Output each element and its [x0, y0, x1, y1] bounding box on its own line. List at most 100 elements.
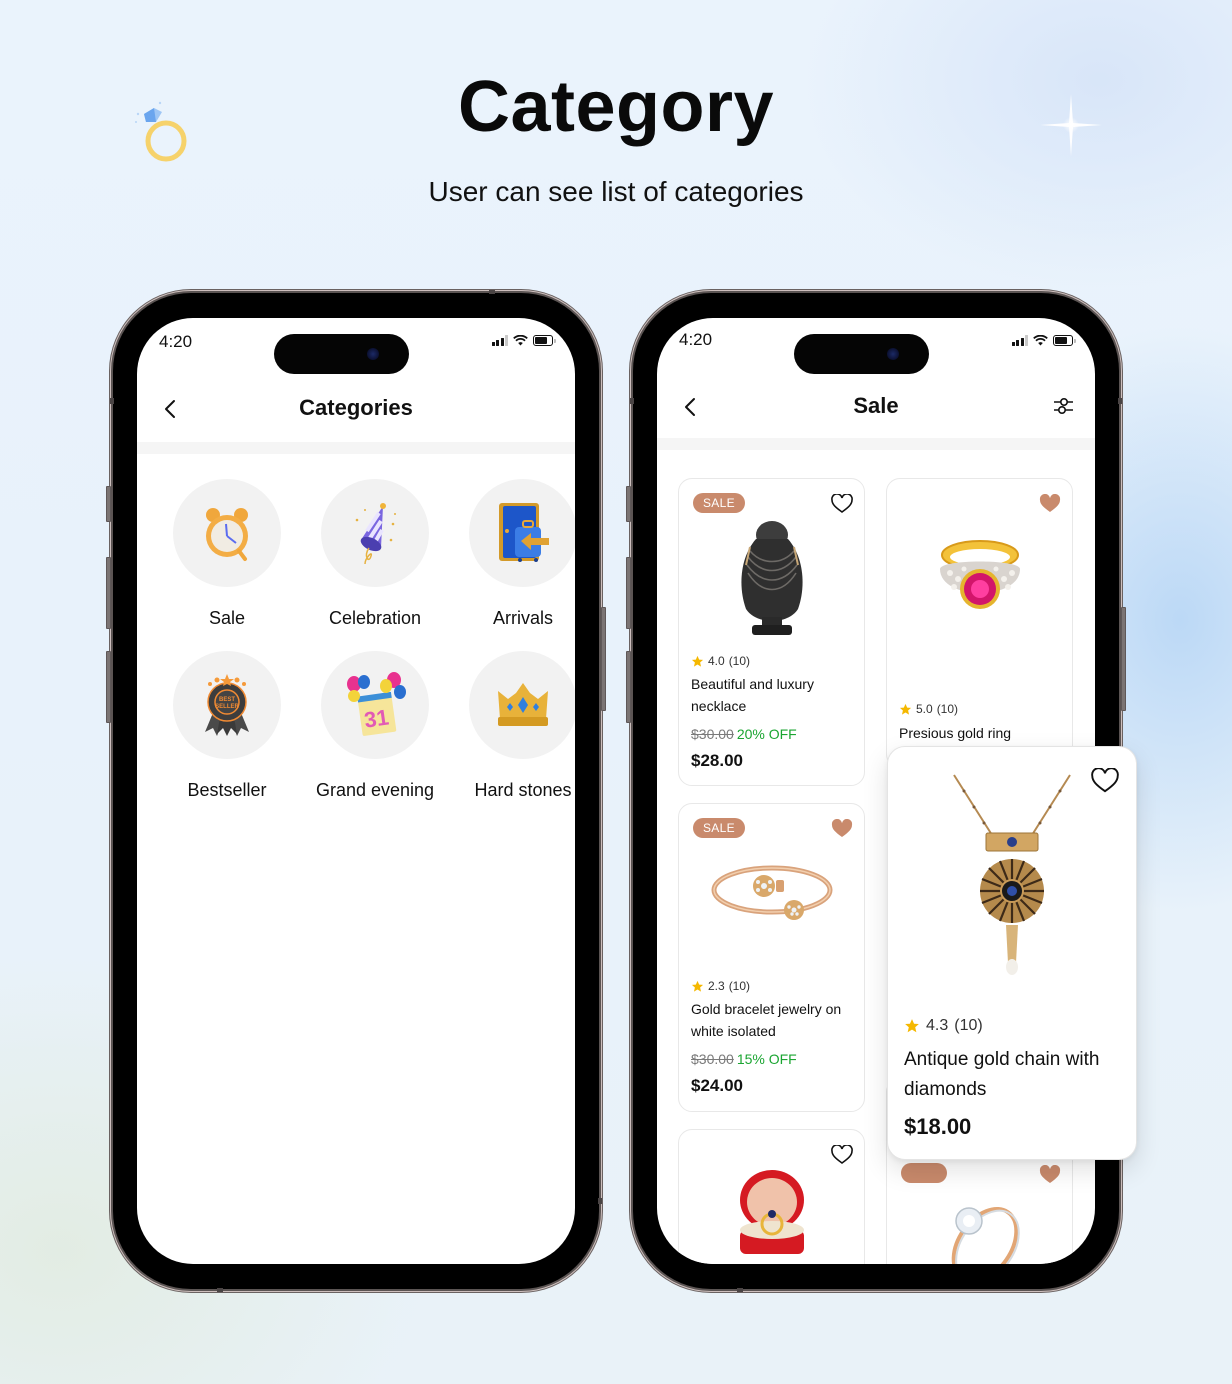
top-nav: Sale: [657, 378, 1095, 438]
product-card[interactable]: [678, 1129, 865, 1264]
featured-product-card[interactable]: 4.3 (10) Antique gold chain with diamond…: [887, 746, 1137, 1160]
category-celebration[interactable]: Celebration: [301, 479, 449, 629]
phone-categories: 4:20 Categories Sale Celebration Arrival…: [106, 290, 606, 1292]
arrival-door-icon: [499, 503, 549, 562]
bestseller-badge-icon: BEST SELLER: [205, 674, 249, 736]
status-time: 4:20: [679, 330, 713, 349]
screen-title: Sale: [853, 393, 899, 418]
categories-screen: 4:20 Categories Sale Celebration Arrival…: [137, 318, 575, 1264]
sliders-icon[interactable]: [1051, 392, 1077, 420]
product-price: $24.00: [691, 1076, 743, 1095]
battery-icon: [533, 335, 556, 346]
rating: 2.3 (10): [691, 979, 750, 993]
heart-filled-icon[interactable]: [831, 819, 853, 839]
original-price: $30.00: [691, 726, 734, 742]
volume-up-button: [626, 557, 631, 629]
action-button: [106, 486, 111, 522]
rating: 5.0 (10): [899, 702, 958, 716]
rating: 4.0 (10): [691, 654, 750, 668]
svg-text:BEST: BEST: [219, 697, 235, 703]
screen-title: Categories: [299, 395, 413, 420]
svg-text:SELLER: SELLER: [215, 704, 239, 710]
status-bar-icons: [1011, 335, 1076, 346]
category-icon-container: BEST SELLER: [173, 651, 281, 759]
star-icon: [691, 980, 704, 992]
volume-down-button: [626, 651, 631, 723]
category-icon-container: [321, 479, 429, 587]
signal-icon: [1011, 335, 1028, 346]
category-sale[interactable]: Sale: [153, 479, 301, 629]
review-count: (10): [954, 1017, 983, 1034]
star-icon: [691, 655, 704, 667]
category-label: Bestseller: [187, 780, 267, 800]
product-name: Antique gold chain with diamonds: [904, 1049, 1100, 1100]
heart-outline-icon[interactable]: [831, 1145, 853, 1165]
product-card[interactable]: SALE 2.3 (10) Gold bracelet jewelry on w…: [678, 803, 865, 1112]
rating-value: 4.0: [708, 654, 725, 668]
party-hat-icon: [355, 503, 396, 565]
action-button: [626, 486, 631, 522]
product-name: Gold bracelet jewelry on white isolated: [691, 1001, 842, 1039]
category-label: Celebration: [328, 608, 422, 628]
category-grand-evening[interactable]: 31 Grand evening: [301, 651, 449, 801]
page-title: Category: [457, 67, 775, 147]
star-icon: [899, 703, 912, 715]
sale-badge: SALE: [693, 818, 745, 838]
heart-filled-icon[interactable]: [1039, 1165, 1061, 1185]
alarm-clock-icon: [206, 508, 248, 561]
rating-value: 4.3: [926, 1017, 949, 1034]
power-button: [601, 607, 606, 711]
dynamic-island: [274, 334, 409, 374]
volume-up-button: [106, 557, 111, 629]
product-price: $18.00: [904, 1114, 972, 1139]
category-bestseller[interactable]: BEST SELLER Bestseller: [153, 651, 301, 801]
rating-value: 2.3: [708, 979, 725, 993]
diamond-ring-image: [887, 1195, 1072, 1264]
gold-bracelet-image: [679, 856, 864, 932]
pricing: $30.00 15% OFF: [691, 1051, 797, 1067]
category-label: Hard stones: [474, 780, 572, 800]
category-arrivals[interactable]: Arrivals: [449, 479, 575, 629]
discount-label: 15% OFF: [736, 1051, 797, 1067]
category-hard-stones[interactable]: Hard stones: [449, 651, 575, 801]
divider: [657, 438, 1095, 450]
product-name: Presious gold ring: [899, 725, 1012, 741]
svg-text:31: 31: [363, 705, 391, 733]
crown-icon: [498, 683, 548, 726]
category-icon-container: [469, 651, 575, 759]
antique-pendant-image: [888, 773, 1136, 977]
status-time: 4:20: [159, 332, 193, 351]
status-bar-icons: [491, 335, 556, 346]
page-subtitle: User can see list of categories: [428, 176, 804, 207]
category-label: Sale: [208, 608, 246, 628]
category-grid: Sale Celebration Arrivals BEST SELLER Be…: [153, 479, 575, 801]
rating-value: 5.0: [916, 702, 933, 716]
pricing: $30.00 20% OFF: [691, 726, 797, 742]
heart-filled-icon[interactable]: [1039, 494, 1061, 514]
volume-down-button: [106, 651, 111, 723]
category-label: Grand evening: [315, 780, 435, 800]
wifi-icon: [513, 335, 528, 346]
category-icon-container: [469, 479, 575, 587]
battery-icon: [1053, 335, 1076, 346]
top-nav: Categories: [137, 380, 575, 440]
sale-badge: SALE: [693, 493, 745, 513]
divider: [137, 442, 575, 454]
product-card[interactable]: 5.0 (10) Presious gold ring: [886, 478, 1073, 768]
power-button: [1121, 607, 1126, 711]
category-icon-container: 31: [321, 651, 429, 759]
product-card[interactable]: SALE 4.0 (10) Beautiful and luxury neckl…: [678, 478, 865, 786]
review-count: (10): [728, 979, 751, 993]
product-name: Beautiful and luxury necklace: [691, 676, 814, 714]
category-label: Arrivals: [492, 608, 553, 628]
product-price: $28.00: [691, 751, 743, 770]
star-icon: [905, 1019, 919, 1033]
wifi-icon: [1033, 335, 1048, 346]
signal-icon: [491, 335, 508, 346]
review-count: (10): [936, 702, 959, 716]
review-count: (10): [728, 654, 751, 668]
ring-box-image: [679, 1170, 864, 1262]
heart-outline-icon[interactable]: [831, 494, 853, 514]
category-icon-container: [173, 479, 281, 587]
calendar-balloons-icon: 31: [347, 672, 406, 736]
